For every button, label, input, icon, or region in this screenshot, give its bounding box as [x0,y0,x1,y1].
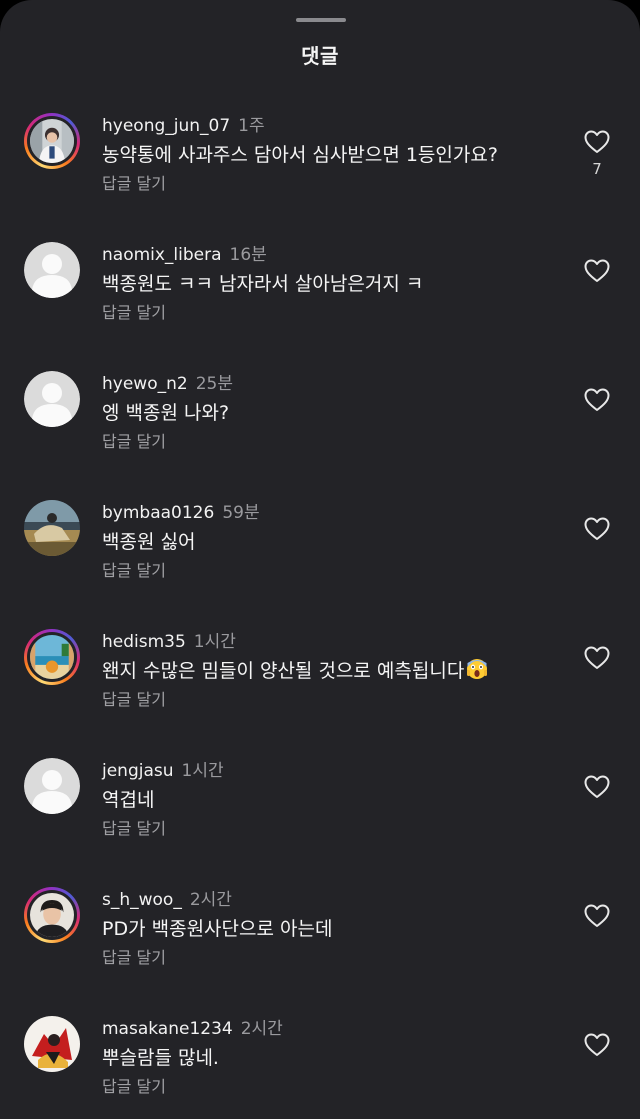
username[interactable]: hyeong_jun_07 [102,116,230,136]
timestamp: 2시간 [189,890,232,910]
comments-sheet: 댓글 hyeong_jun_07 1주 농약통에 사과주스 담아서 심사받으면 1… [0,0,640,1119]
comment-item: s_h_woo_ 2시간 PD가 백종원사단으로 아는데 답글 달기 [0,882,640,1010]
username[interactable]: hyewo_n2 [102,374,188,394]
username[interactable]: jengjasu [102,761,174,781]
default-avatar-icon [24,242,80,298]
avatar-photo [30,635,74,679]
heart-outline-icon[interactable] [584,1033,610,1057]
heart-outline-icon[interactable] [584,775,610,799]
timestamp: 2시간 [240,1019,283,1039]
avatar[interactable] [24,629,80,685]
avatar-photo [24,1016,80,1072]
heart-outline-icon[interactable] [584,517,610,541]
avatar[interactable] [24,500,80,556]
avatar-photo [24,500,80,556]
comment-text: 농약통에 사과주스 담아서 심사받으면 1등인가요? [102,144,498,166]
avatar[interactable] [24,242,80,298]
heart-outline-icon[interactable] [584,388,610,412]
default-avatar-icon [24,371,80,427]
reply-button[interactable]: 답글 달기 [102,688,166,712]
default-avatar-icon [24,758,80,814]
heart-outline-icon[interactable] [584,130,610,154]
heart-outline-icon[interactable] [584,904,610,928]
comment-text: 역겹네 [102,789,155,811]
timestamp: 25분 [195,374,233,394]
screaming-face-emoji-icon [467,659,488,679]
reply-button[interactable]: 답글 달기 [102,559,166,583]
timestamp: 16분 [229,245,267,265]
avatar[interactable] [24,371,80,427]
reply-button[interactable]: 답글 달기 [102,946,166,970]
comment-item: naomix_libera 16분 백종원도 ㅋㅋ 남자라서 살아남은거지 ㅋ 답… [0,237,640,365]
timestamp: 1시간 [193,632,236,652]
avatar[interactable] [24,1016,80,1072]
comment-item: hedism35 1시간 왠지 수많은 밈들이 양산될 것으로 예측됩니다 답글 … [0,624,640,752]
reply-button[interactable]: 답글 달기 [102,430,166,454]
comment-text: PD가 백종원사단으로 아는데 [102,918,333,940]
reply-button[interactable]: 답글 달기 [102,301,166,325]
avatar-photo [30,893,74,937]
heart-outline-icon[interactable] [584,259,610,283]
comment-text: 왠지 수많은 밈들이 양산될 것으로 예측됩니다 [102,657,488,685]
comment-text: 엥 백종원 나와? [102,402,230,424]
comment-text: 백종원도 ㅋㅋ 남자라서 살아남은거지 ㅋ [102,273,424,295]
comment-item: jengjasu 1시간 역겹네 답글 달기 [0,753,640,881]
avatar[interactable] [24,887,80,943]
username[interactable]: bymbaa0126 [102,503,214,523]
username[interactable]: naomix_libera [102,245,222,265]
username[interactable]: s_h_woo_ [102,890,182,910]
avatar[interactable] [24,113,80,169]
comment-item: hyeong_jun_07 1주 농약통에 사과주스 담아서 심사받으면 1등인가… [0,108,640,236]
comment-item: hyewo_n2 25분 엥 백종원 나와? 답글 달기 [0,366,640,494]
username[interactable]: masakane1234 [102,1019,233,1039]
comment-text-content: 왠지 수많은 밈들이 양산될 것으로 예측됩니다 [102,660,465,682]
reply-button[interactable]: 답글 달기 [102,817,166,841]
timestamp: 59분 [222,503,260,523]
avatar[interactable] [24,758,80,814]
comment-item: masakane1234 2시간 뿌슬람들 많네. 답글 달기 [0,1011,640,1119]
username[interactable]: hedism35 [102,632,186,652]
timestamp: 1시간 [181,761,224,781]
timestamp: 1주 [238,116,265,136]
reply-button[interactable]: 답글 달기 [102,1075,166,1099]
like-count: 7 [592,160,602,178]
comment-text: 뿌슬람들 많네. [102,1047,219,1069]
comment-text: 백종원 싫어 [102,531,196,553]
reply-button[interactable]: 답글 달기 [102,172,166,196]
heart-outline-icon[interactable] [584,646,610,670]
sheet-title: 댓글 [301,44,339,68]
comment-item: bymbaa0126 59분 백종원 싫어 답글 달기 [0,495,640,623]
avatar-photo [30,119,74,163]
drag-handle[interactable] [296,18,346,22]
